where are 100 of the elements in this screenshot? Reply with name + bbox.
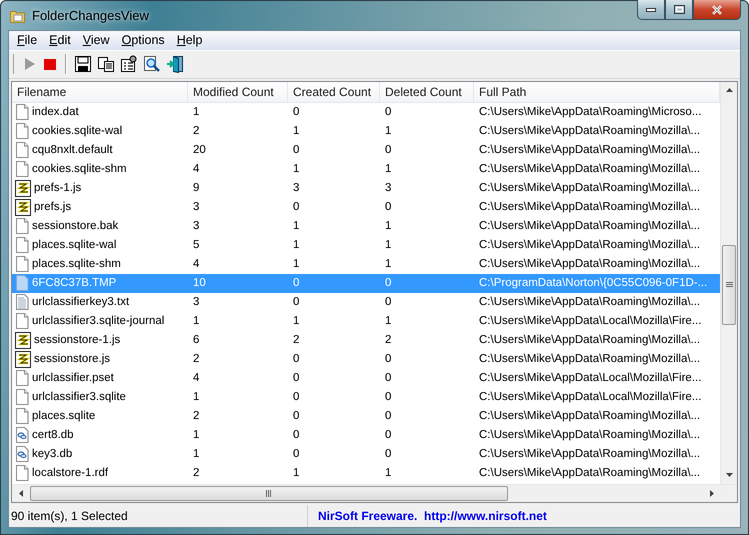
text-file-icon [15,294,29,310]
file-name: urlclassifier3.sqlite-journal [32,315,164,328]
table-cell-text: 10 [192,277,207,290]
file-icon [15,237,29,254]
table-cell-text: 1 [384,239,392,252]
file-icon [15,123,29,140]
file-name: places.sqlite-wal [32,239,116,252]
table-cell-text: C:\Users\Mike\AppData\Roaming\Mozilla\... [478,163,702,176]
table-cell-text: C:\Users\Mike\AppData\Roaming\Mozilla\... [478,182,702,194]
table-cell-text: 2 [192,410,200,422]
close-icon [711,4,723,14]
table-cell-text: C:\Users\Mike\AppData\Roaming\Mozilla\... [478,334,702,346]
table-cell-text: 1 [192,429,200,442]
window-title: FolderChangesView [32,8,150,23]
table-cell-text: C:\Users\Mike\AppData\Local\Mozilla\Fire... [478,391,702,404]
properties-icon[interactable] [120,55,138,74]
table-cell-text: 4 [192,258,200,270]
table-cell-text: 0 [384,144,392,156]
table-cell-text: C:\Users\Mike\AppData\Roaming\Mozilla\... [478,410,702,422]
table-cell-text: 0 [384,277,392,290]
table-cell-text: 1 [192,106,200,118]
table-cell-text: C:\Users\Mike\AppData\Roaming\Mozilla\... [478,220,702,232]
search-icon[interactable] [143,55,161,74]
table-cell-text: 1 [384,125,392,138]
table-cell-text: 0 [292,429,300,442]
file-name: cqu8nxlt.default [32,144,113,156]
table-cell-text: 1 [192,391,200,404]
database-file-icon [15,446,29,462]
table-cell-text: 0 [292,144,300,156]
left-arrow-icon [18,490,22,497]
table-cell-text: 1 [384,163,392,176]
table-cell-text: 1 [292,315,300,328]
table-cell-text: C:\Users\Mike\AppData\Local\Mozilla\Fire... [478,315,702,328]
file-icon [15,408,29,424]
file-icon [15,465,29,482]
stop-icon[interactable] [42,56,58,72]
table-cell-text: 0 [384,429,392,442]
down-arrow-icon [726,473,733,478]
file-name: places.sqlite-shm [32,258,121,270]
table-cell-text: 2 [292,334,300,346]
minimize-button[interactable] [637,0,665,20]
table-cell-text: 1 [384,467,392,480]
column-header[interactable]: Modified Count [188,82,288,102]
table-cell-text: 0 [292,106,300,118]
table-cell-text: 3 [192,296,200,308]
menu-item[interactable]: Help [170,32,208,48]
file-name: 6FC8C37B.TMP [32,277,116,290]
table-cell-text: 3 [192,201,200,214]
file-name: prefs-1.js [34,182,82,194]
file-name: places.sqlite [32,410,96,422]
website-link[interactable]: NirSoft Freeware. http://www.nirsoft.net [308,509,740,524]
file-name: cookies.sqlite-wal [32,125,122,138]
column-header[interactable]: Filename [12,82,188,102]
table-cell-text: 0 [292,201,300,214]
file-icon [15,256,29,272]
file-icon [15,218,29,234]
table-cell-text: 2 [192,467,200,480]
table-cell-text: 1 [384,315,392,328]
table-cell-text: 0 [292,353,300,366]
file-name: urlclassifier3.sqlite [32,391,126,404]
file-name: sessionstore-1.js [34,334,120,346]
close-button[interactable] [693,0,741,20]
table-cell-text: C:\Users\Mike\AppData\Roaming\Mozilla\... [478,125,702,138]
table-cell-text: C:\Users\Mike\AppData\Roaming\Mozilla\... [478,144,702,156]
column-header[interactable]: Deleted Count [380,82,474,102]
table-cell-text: 0 [292,296,300,308]
file-name: sessionstore.js [34,353,110,366]
menu-item[interactable]: File [11,32,44,48]
table-cell-text: C:\ProgramData\Norton\{0C55C096-0F1D-... [478,277,708,290]
table-cell-text: 2 [192,353,200,366]
maximize-button[interactable] [665,0,693,20]
table-cell-text: C:\Users\Mike\AppData\Roaming\Mozilla\... [478,353,702,366]
table-cell-text: 0 [384,353,392,366]
menu-item[interactable]: Options [116,32,171,48]
exit-door-icon[interactable] [166,55,184,74]
file-icon [15,370,29,386]
status-text: 90 item(s), 1 Selected [11,509,128,524]
table-cell-text: 1 [192,315,200,328]
table-cell-text: C:\Users\Mike\AppData\Roaming\Mozilla\... [478,448,702,460]
table-cell-text: 20 [192,144,207,156]
menu-item[interactable]: View [76,32,116,48]
table-cell-text: 9 [192,182,200,194]
table-cell-text: 0 [292,391,300,404]
save-icon[interactable] [74,55,92,74]
table-cell-text: C:\Users\Mike\AppData\Roaming\Mozilla\... [478,296,702,308]
menu-item[interactable]: Edit [43,32,77,48]
copy-icon[interactable] [97,55,115,74]
table-cell-text: 0 [384,106,392,118]
table-cell-text: C:\Users\Mike\AppData\Roaming\Microso... [478,106,702,118]
file-name: prefs.js [34,201,72,214]
table-cell-text: C:\Users\Mike\AppData\Roaming\Mozilla\... [478,258,702,270]
table-cell-text: 1 [292,163,300,176]
table-cell-text: 1 [292,467,300,480]
column-header[interactable]: Created Count [288,82,380,102]
table-cell-text: 0 [384,372,392,384]
file-name: cert8.db [32,429,74,442]
table-cell-text: C:\Users\Mike\AppData\Roaming\Mozilla\... [478,467,702,480]
script-file-icon [15,180,31,197]
table-cell-text: 3 [292,182,300,194]
up-arrow-icon [726,88,732,92]
